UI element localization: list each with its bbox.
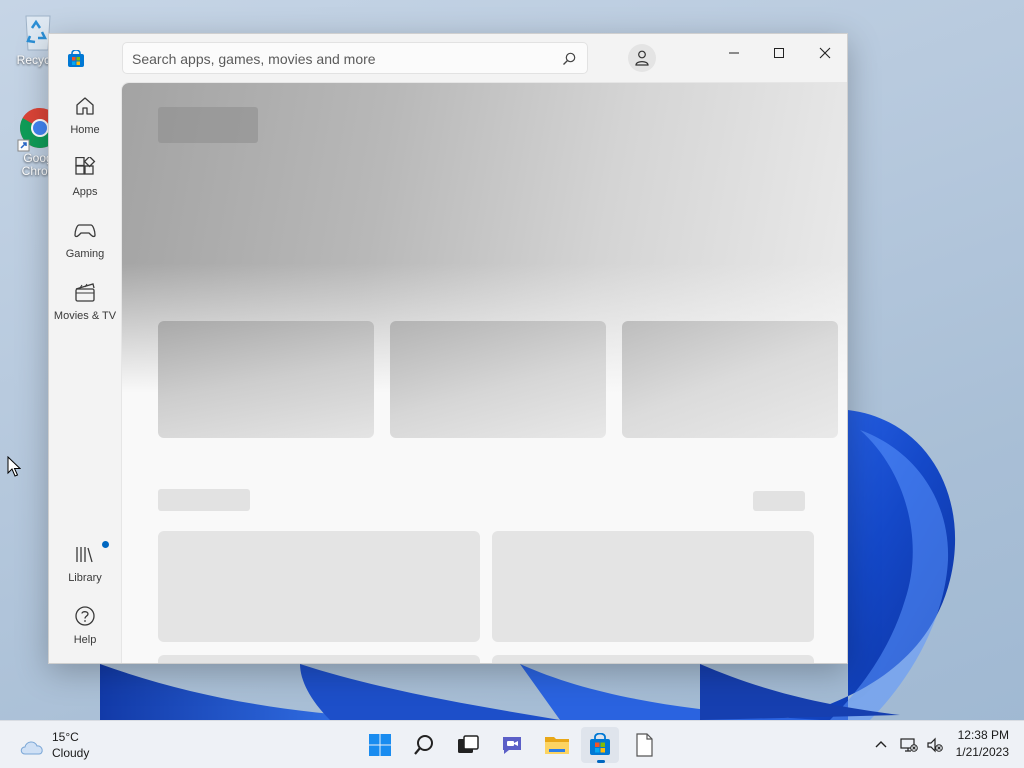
weather-condition: Cloudy <box>52 746 90 760</box>
app-tile-placeholder[interactable] <box>158 655 480 663</box>
microsoft-store-window: Search apps, games, movies and more Home… <box>48 33 848 664</box>
notification-dot <box>102 541 109 548</box>
windows-logo-icon <box>369 734 391 756</box>
microsoft-store-icon <box>590 733 610 755</box>
nav-item-library[interactable]: Library <box>53 538 117 594</box>
help-icon <box>75 606 95 626</box>
nav-item-gaming[interactable]: Gaming <box>53 214 117 270</box>
clapperboard-icon <box>75 283 95 302</box>
nav-item-label: Home <box>70 124 100 136</box>
network-disconnected-icon <box>900 738 918 752</box>
weather-temperature: 15°C <box>52 730 79 744</box>
nav-item-movies-tv[interactable]: Movies & TV <box>53 276 117 332</box>
clock-time: 12:38 PM <box>957 728 1009 742</box>
app-tile-placeholder[interactable] <box>158 531 480 642</box>
nav-item-label: Movies & TV <box>53 310 117 322</box>
close-button[interactable] <box>803 38 847 68</box>
chat-icon <box>503 737 521 754</box>
section-title-placeholder <box>158 489 250 511</box>
apps-icon <box>75 157 96 175</box>
nav-item-label: Apps <box>72 186 98 198</box>
maximize-icon <box>774 48 784 58</box>
folder-icon <box>545 737 569 754</box>
search-input[interactable]: Search apps, games, movies and more <box>132 51 376 67</box>
cloud-icon <box>20 741 43 755</box>
task-view-icon <box>458 735 479 753</box>
person-icon <box>635 50 649 66</box>
nav-item-home[interactable]: Home <box>53 90 117 146</box>
search-icon <box>414 735 433 755</box>
search-box[interactable]: Search apps, games, movies and more <box>122 42 588 74</box>
nav-item-label: Gaming <box>65 248 105 260</box>
account-button[interactable] <box>628 44 656 72</box>
clock-date: 1/21/2023 <box>955 745 1009 759</box>
title-bar[interactable]: Search apps, games, movies and more <box>49 34 847 82</box>
show-hidden-icons-button[interactable] <box>871 729 893 761</box>
gamepad-icon <box>74 224 96 238</box>
library-icon <box>76 547 93 563</box>
home-content <box>121 82 847 663</box>
microsoft-store-taskbar-button[interactable] <box>581 727 619 763</box>
home-icon <box>76 97 94 115</box>
minimize-icon <box>729 52 739 54</box>
nav-item-label: Library <box>68 572 102 584</box>
chat-button[interactable] <box>493 727 531 763</box>
maximize-button[interactable] <box>757 38 801 68</box>
minimize-button[interactable] <box>712 38 756 68</box>
network-status[interactable] <box>898 729 920 761</box>
app-tile-placeholder[interactable] <box>492 531 814 642</box>
weather-widget[interactable]: 15°C Cloudy <box>16 729 136 761</box>
featured-card-placeholder[interactable] <box>158 321 374 438</box>
hero-title-placeholder <box>158 107 258 143</box>
featured-card-placeholder[interactable] <box>390 321 606 438</box>
app-tile-placeholder[interactable] <box>492 655 814 663</box>
notepad-button[interactable] <box>625 727 663 763</box>
active-app-indicator <box>597 760 605 763</box>
volume-status[interactable] <box>924 729 946 761</box>
task-view-button[interactable] <box>449 727 487 763</box>
search-icon[interactable] <box>561 51 577 67</box>
chevron-up-icon <box>875 741 887 748</box>
document-icon <box>636 733 653 757</box>
close-icon <box>819 47 831 59</box>
file-explorer-button[interactable] <box>537 727 575 763</box>
nav-item-help[interactable]: Help <box>53 600 117 656</box>
nav-item-apps[interactable]: Apps <box>53 152 117 208</box>
featured-card-placeholder[interactable] <box>622 321 838 438</box>
start-button[interactable] <box>361 727 399 763</box>
microsoft-store-icon <box>68 50 84 67</box>
clock[interactable]: 12:38 PM 1/21/2023 <box>956 727 1009 761</box>
nav-item-label: Help <box>73 634 97 646</box>
taskbar: 15°C Cloudy 12:38 PM 1/21/2023 <box>0 720 1024 768</box>
see-all-placeholder[interactable] <box>753 491 805 511</box>
mouse-cursor-icon <box>7 456 21 477</box>
speaker-muted-icon <box>927 737 943 753</box>
taskbar-search-button[interactable] <box>405 727 443 763</box>
